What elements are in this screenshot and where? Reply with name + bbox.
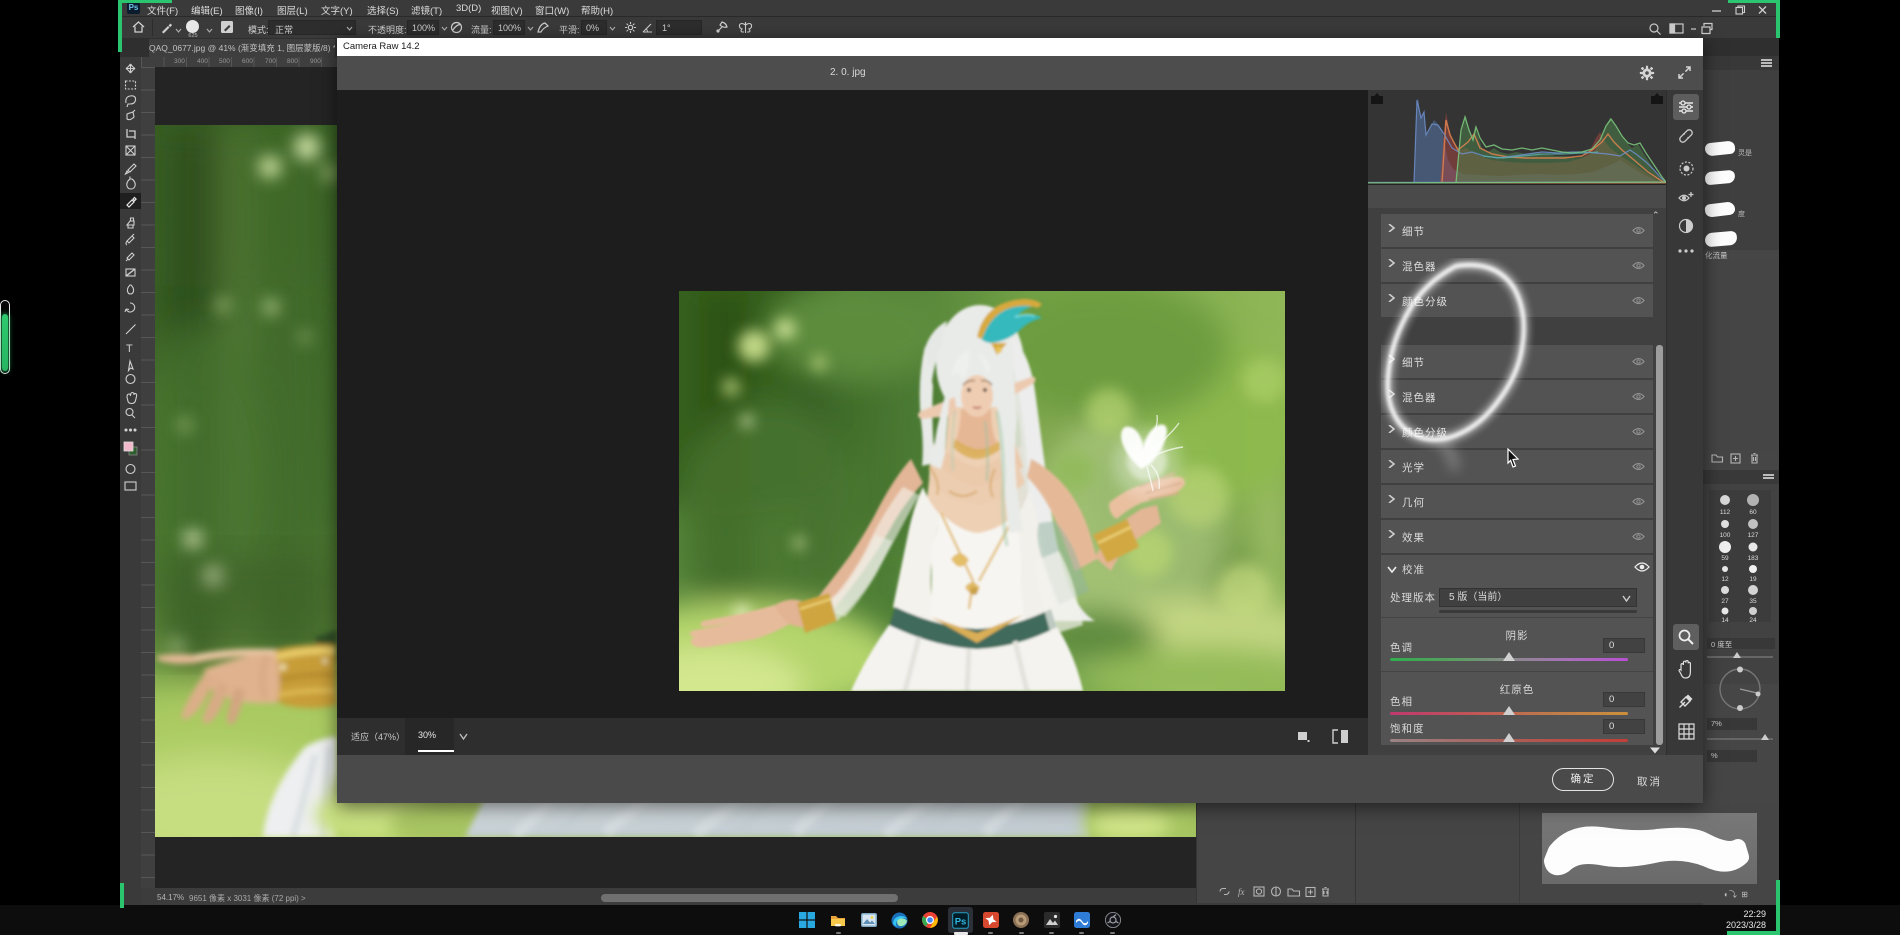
svg-text:183: 183 (1748, 555, 1759, 562)
svg-text:100: 100 (1720, 532, 1731, 539)
svg-text:59: 59 (1721, 555, 1729, 562)
svg-text:24: 24 (1749, 617, 1757, 622)
svg-text:fx: fx (1238, 887, 1245, 897)
svg-text:14: 14 (1721, 617, 1729, 622)
svg-text:35: 35 (1749, 598, 1757, 605)
svg-text:19: 19 (1749, 576, 1757, 583)
svg-text:60: 60 (1749, 509, 1757, 516)
svg-text:T: T (126, 343, 133, 355)
svg-text:112: 112 (1720, 509, 1731, 516)
svg-text:Ps: Ps (955, 917, 967, 928)
svg-text:12: 12 (1721, 576, 1729, 583)
svg-text:27: 27 (1721, 598, 1729, 605)
svg-text:127: 127 (1748, 532, 1759, 539)
